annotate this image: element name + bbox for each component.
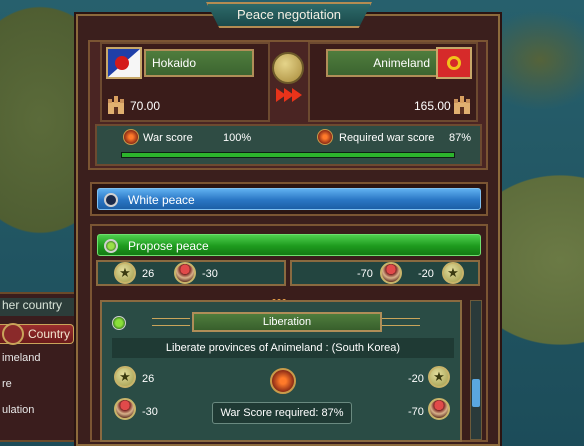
war-score-value: 100% xyxy=(223,132,252,144)
soldier-icon xyxy=(174,262,196,284)
war-score-label: War score xyxy=(143,132,193,144)
star-icon: ★ xyxy=(114,366,136,388)
star-icon: ★ xyxy=(442,262,464,284)
radio-icon xyxy=(104,193,118,207)
castle-icon xyxy=(106,96,126,114)
war-score-required: War Score required: 87% xyxy=(212,402,352,424)
side-item-population: ulation xyxy=(2,404,35,416)
white-peace-button[interactable]: White peace xyxy=(97,188,481,210)
required-war-score-icon xyxy=(317,129,333,145)
right-star-value: -20 xyxy=(418,268,434,280)
soldier-icon xyxy=(428,398,450,420)
soldier-icon xyxy=(380,262,402,284)
other-country-panel: her country Country imeland re ulation xyxy=(0,292,78,442)
liberation-description: Liberate provinces of Animeland : (South… xyxy=(112,338,454,358)
ornament-line-left xyxy=(152,318,190,326)
war-score-progress-bar xyxy=(121,152,455,158)
side-item-type: re xyxy=(2,378,12,390)
right-country-name: Animeland xyxy=(326,49,438,77)
scrollbar[interactable] xyxy=(470,300,482,440)
lib-left-soldier-value: -30 xyxy=(142,406,158,418)
right-country-value: 165.00 xyxy=(414,99,451,113)
star-icon: ★ xyxy=(428,366,450,388)
required-war-score-value: 87% xyxy=(449,132,472,144)
propose-peace-button[interactable]: Propose peace xyxy=(97,234,481,256)
liberation-radio[interactable] xyxy=(112,316,126,330)
war-score-icon xyxy=(123,129,139,145)
war-score-box: War score 100% Required war score 87% xyxy=(95,124,482,166)
war-score-icon xyxy=(270,368,296,394)
white-peace-label: White peace xyxy=(128,193,195,207)
side-item-country-name: imeland xyxy=(2,352,41,364)
radio-icon xyxy=(104,239,118,253)
hokaido-flag-icon xyxy=(106,47,142,79)
soldier-icon xyxy=(114,398,136,420)
left-country-value: 70.00 xyxy=(130,99,161,113)
other-country-title: her country xyxy=(0,298,78,316)
war-score-progress-fill xyxy=(122,153,454,157)
liberation-panel: Liberation Liberate provinces of Animela… xyxy=(100,300,462,442)
country-icon xyxy=(2,323,24,345)
lib-right-soldier-value: -70 xyxy=(408,406,424,418)
ornament-line-right xyxy=(382,318,420,326)
left-country-name: Hokaido xyxy=(144,49,254,77)
lib-left-star-value: 26 xyxy=(142,373,155,385)
arrow-right-icon xyxy=(276,88,302,107)
required-war-score-label: Required war score xyxy=(339,132,435,144)
left-soldier-value: -30 xyxy=(202,268,218,280)
right-soldier-value: -70 xyxy=(357,268,373,280)
scrollbar-thumb[interactable] xyxy=(472,379,480,407)
right-country-box: Animeland 165.00 xyxy=(308,42,478,122)
liberation-title: Liberation xyxy=(192,312,382,332)
star-icon: ★ xyxy=(114,262,136,284)
propose-peace-label: Propose peace xyxy=(128,239,209,253)
left-star-value: 26 xyxy=(142,268,155,280)
animeland-flag-icon xyxy=(436,47,472,79)
castle-icon xyxy=(452,96,472,114)
window-title: Peace negotiation xyxy=(206,2,372,28)
handshake-icon xyxy=(272,52,304,84)
left-country-box: Hokaido 70.00 xyxy=(100,42,270,122)
white-peace-option: White peace xyxy=(90,182,488,216)
lib-right-star-value: -20 xyxy=(408,373,424,385)
